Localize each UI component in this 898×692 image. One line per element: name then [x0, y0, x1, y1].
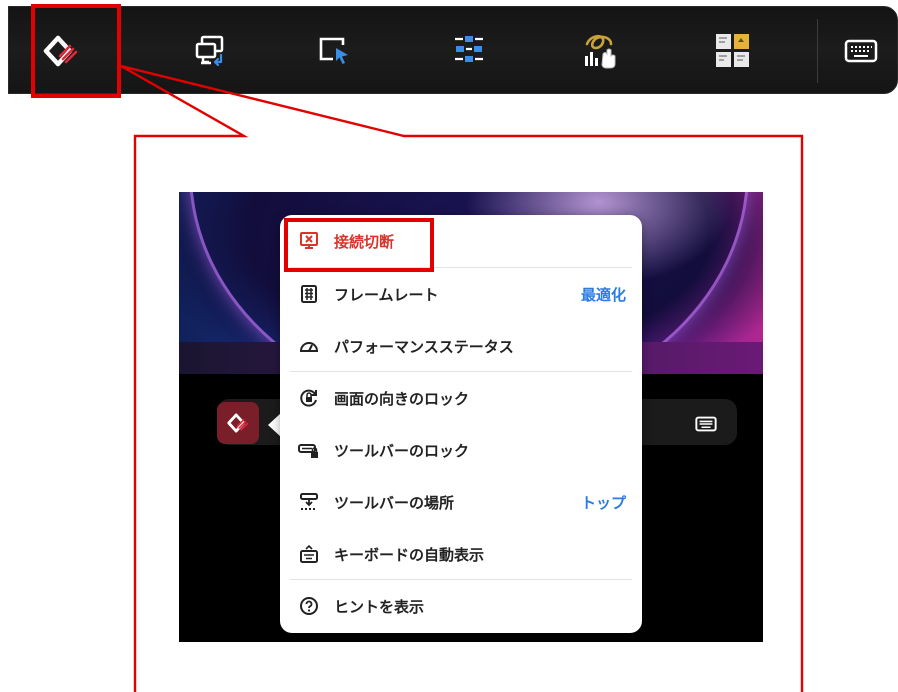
- toolbar-lock-icon: [298, 439, 320, 461]
- keyboard-icon: [695, 416, 717, 432]
- menu-item-toolbar-lock[interactable]: ツールバーのロック: [280, 424, 642, 476]
- embedded-screenshot: 接続切断 フレームレート 最適化 パフォーマンスステータス 画面の向きのロック …: [179, 192, 763, 642]
- keyboard-auto-icon: [298, 543, 320, 565]
- settings-menu: 接続切断 フレームレート 最適化 パフォーマンスステータス 画面の向きのロック …: [280, 215, 642, 633]
- disconnect-highlight-frame: [284, 218, 434, 272]
- inner-logo-button[interactable]: [217, 402, 259, 444]
- menu-item-label: ツールバーのロック: [334, 441, 470, 460]
- frame-rate-icon: [298, 283, 320, 305]
- inner-keyboard-button[interactable]: [691, 412, 721, 436]
- menu-item-label: ヒントを表示: [334, 597, 425, 616]
- menu-item-rotation-lock[interactable]: 画面の向きのロック: [280, 372, 642, 424]
- menu-item-value: 最適化: [580, 285, 626, 304]
- help-hint-icon: [298, 595, 320, 617]
- menu-item-value: トップ: [580, 493, 626, 512]
- menu-item-label: パフォーマンスステータス: [334, 337, 514, 356]
- menu-item-label: キーボードの自動表示: [334, 545, 485, 564]
- menu-item-label: 画面の向きのロック: [334, 389, 470, 408]
- menu-item-label: ツールバーの場所: [334, 493, 455, 512]
- performance-gauge-icon: [298, 335, 320, 357]
- menu-item-label: フレームレート: [334, 285, 439, 304]
- menu-item-keyboard-auto-show[interactable]: キーボードの自動表示: [280, 528, 642, 580]
- menu-item-performance-status[interactable]: パフォーマンスステータス: [280, 320, 642, 372]
- menu-item-toolbar-position[interactable]: ツールバーの場所 トップ: [280, 476, 642, 528]
- rotation-lock-icon: [298, 387, 320, 409]
- toolbar-position-icon: [298, 491, 320, 513]
- menu-item-show-hints[interactable]: ヒントを表示: [280, 580, 642, 632]
- remote-app-logo-icon: [227, 413, 249, 433]
- menu-item-frame-rate[interactable]: フレームレート 最適化: [280, 268, 642, 320]
